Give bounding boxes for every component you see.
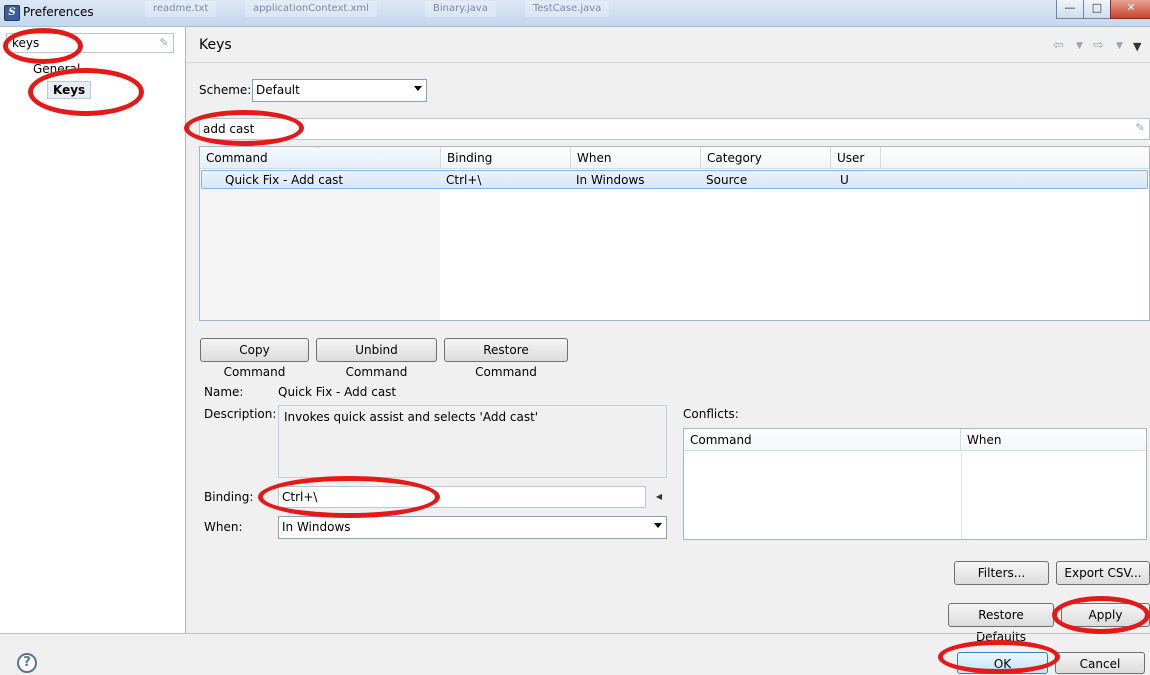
description-box: Invokes quick assist and selects 'Add ca… bbox=[278, 405, 667, 478]
column-header-label: Command bbox=[206, 151, 268, 165]
column-header-filler bbox=[881, 147, 1149, 169]
ok-button[interactable]: OK bbox=[957, 652, 1048, 674]
cell-when: In Windows bbox=[576, 173, 645, 187]
sort-ascending-icon: ˆ bbox=[316, 146, 321, 156]
binding-input[interactable] bbox=[278, 486, 646, 508]
column-header-category[interactable]: Category bbox=[701, 147, 831, 169]
name-value: Quick Fix - Add cast bbox=[278, 385, 397, 399]
binding-label: Binding: bbox=[204, 490, 254, 504]
background-tab: TestCase.java bbox=[525, 1, 610, 17]
cell-command: Quick Fix - Add cast bbox=[225, 173, 344, 187]
column-header-command[interactable]: Command bbox=[684, 429, 961, 451]
when-label: When: bbox=[204, 520, 243, 534]
background-tab: Binary.java bbox=[425, 1, 496, 17]
cancel-button[interactable]: Cancel bbox=[1055, 652, 1145, 674]
column-header-user[interactable]: User bbox=[831, 147, 881, 169]
command-column-background bbox=[200, 170, 440, 320]
chevron-down-icon bbox=[654, 523, 662, 528]
when-value: In Windows bbox=[282, 520, 351, 534]
divider bbox=[186, 62, 1150, 63]
page-title: Keys bbox=[199, 37, 232, 53]
column-divider bbox=[961, 452, 962, 539]
restore-defaults-button[interactable]: Restore Defaults bbox=[948, 603, 1054, 644]
cell-binding: Ctrl+\ bbox=[446, 173, 482, 187]
name-label: Name: bbox=[204, 385, 244, 399]
chevron-down-icon bbox=[414, 86, 422, 91]
background-tab: readme.txt bbox=[145, 1, 217, 17]
copy-command-button[interactable]: Copy Command bbox=[200, 338, 309, 379]
help-icon[interactable]: ? bbox=[17, 653, 37, 673]
column-header-when[interactable]: When bbox=[571, 147, 701, 169]
command-search-input[interactable] bbox=[199, 118, 1150, 140]
conflicts-label: Conflicts: bbox=[683, 407, 739, 421]
forward-arrow-icon[interactable]: ⇨ bbox=[1093, 38, 1104, 53]
app-icon: S bbox=[4, 5, 20, 21]
keys-table[interactable]: Command ˆ Binding When Category User Qui… bbox=[199, 146, 1150, 321]
export-csv-button[interactable]: Export CSV... bbox=[1056, 561, 1150, 585]
conflicts-table[interactable]: Command When bbox=[683, 428, 1147, 540]
binding-menu-arrow-icon[interactable]: ◀ bbox=[651, 486, 667, 508]
preference-tree-pane bbox=[0, 27, 186, 633]
back-arrow-icon[interactable]: ⇦ bbox=[1053, 38, 1064, 53]
view-menu-icon[interactable]: ▼ bbox=[1133, 40, 1141, 53]
unbind-command-button[interactable]: Unbind Command bbox=[316, 338, 437, 379]
chevron-down-icon[interactable]: ▼ bbox=[1116, 41, 1123, 51]
tree-item-keys[interactable]: Keys bbox=[47, 81, 92, 99]
when-select[interactable]: In Windows bbox=[278, 516, 667, 539]
background-tab: applicationContext.xml bbox=[245, 1, 377, 17]
window-title: Preferences bbox=[23, 5, 94, 19]
scheme-label: Scheme: bbox=[199, 83, 252, 97]
tree-item-general[interactable]: General bbox=[33, 62, 80, 76]
chevron-down-icon[interactable]: ▼ bbox=[1076, 41, 1083, 51]
eraser-icon[interactable]: ✎ bbox=[1134, 122, 1146, 134]
maximize-button[interactable]: □ bbox=[1083, 0, 1111, 19]
apply-button[interactable]: Apply bbox=[1061, 603, 1150, 627]
divider bbox=[0, 633, 1150, 634]
column-header-command[interactable]: Command ˆ bbox=[200, 147, 441, 169]
filters-button[interactable]: Filters... bbox=[954, 561, 1049, 585]
scheme-value: Default bbox=[256, 83, 300, 97]
column-header-binding[interactable]: Binding bbox=[441, 147, 571, 169]
minimize-button[interactable]: — bbox=[1056, 0, 1084, 19]
description-label: Description: bbox=[204, 407, 277, 421]
cell-category: Source bbox=[706, 173, 748, 187]
column-header-when[interactable]: When bbox=[961, 429, 1146, 451]
cell-user: U bbox=[840, 173, 849, 187]
restore-command-button[interactable]: Restore Command bbox=[444, 338, 568, 379]
close-button[interactable]: ✕ bbox=[1110, 0, 1150, 19]
scheme-select[interactable]: Default bbox=[252, 79, 427, 102]
filter-input[interactable] bbox=[6, 33, 174, 53]
eraser-icon[interactable]: ✎ bbox=[158, 37, 170, 49]
